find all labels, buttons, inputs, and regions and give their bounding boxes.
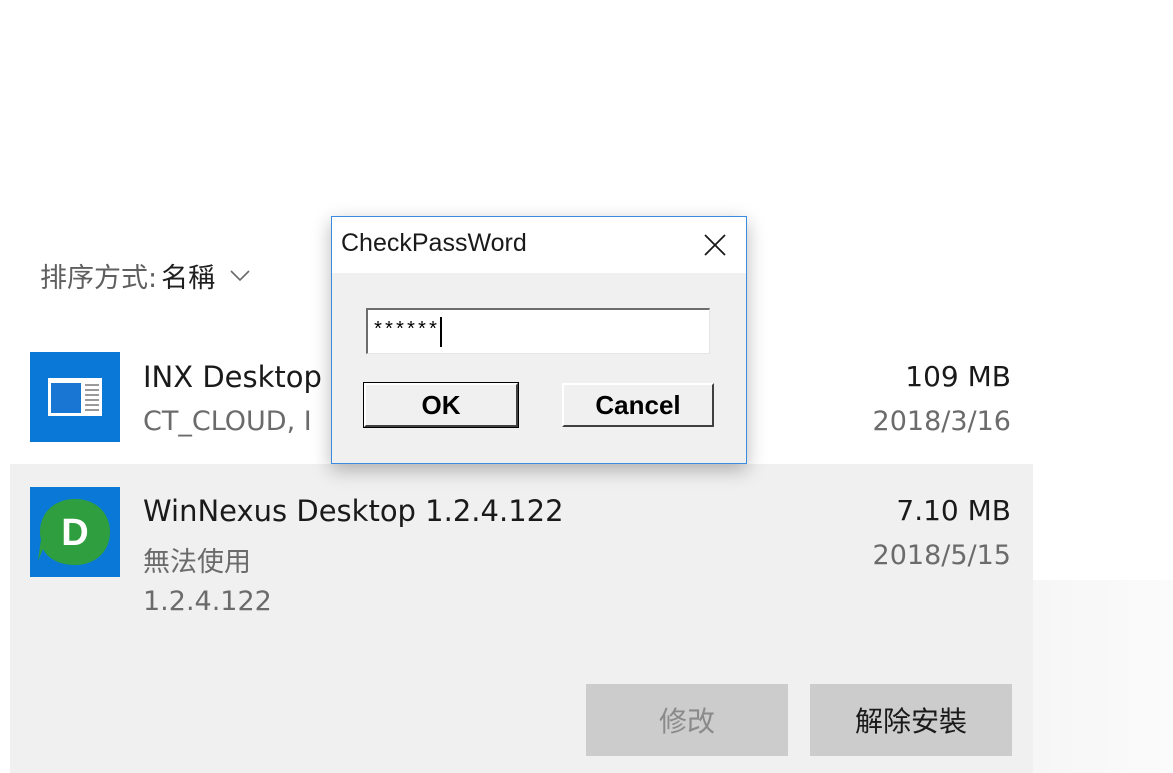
app-size: 109 MB: [905, 360, 1011, 393]
close-button[interactable]: [692, 223, 738, 267]
cancel-button[interactable]: Cancel: [562, 383, 714, 427]
apps-settings-page: 排序方式: 名稱 INX Desktop CT_CLOUD, I 109 MB …: [0, 0, 1173, 773]
app-install-date: 2018/5/15: [872, 540, 1011, 571]
app-window-icon: [30, 352, 120, 442]
app-version: 1.2.4.122: [143, 586, 272, 617]
sort-value: 名稱: [161, 262, 216, 294]
winnexus-icon-letter: D: [61, 512, 88, 554]
uninstall-button[interactable]: 解除安裝: [810, 684, 1012, 756]
ok-button[interactable]: OK: [363, 382, 519, 428]
app-name: INX Desktop: [143, 360, 322, 394]
winnexus-d-icon: D: [30, 487, 120, 577]
app-list-item-winnexus-desktop[interactable]: D WinNexus Desktop 1.2.4.122 無法使用 1.2.4.…: [10, 464, 1033, 773]
chevron-down-icon[interactable]: [229, 264, 251, 286]
dialog-title: CheckPassWord: [341, 229, 527, 257]
modify-button[interactable]: 修改: [586, 684, 788, 756]
app-publisher: CT_CLOUD, I: [143, 406, 312, 437]
sort-label: 排序方式:: [40, 262, 158, 294]
text-caret: [440, 316, 443, 347]
background-tint: [1033, 580, 1173, 773]
sort-bar[interactable]: 排序方式: 名稱: [40, 255, 251, 295]
app-name: WinNexus Desktop 1.2.4.122: [143, 494, 564, 528]
dialog-titlebar[interactable]: CheckPassWord: [332, 217, 746, 273]
app-install-date: 2018/3/16: [872, 406, 1011, 437]
close-icon: [704, 234, 726, 256]
app-status: 無法使用: [143, 547, 251, 578]
app-size: 7.10 MB: [896, 494, 1011, 527]
check-password-dialog: CheckPassWord ****** OK Cancel: [331, 216, 747, 464]
password-value: ******: [372, 320, 439, 343]
password-input[interactable]: ******: [366, 308, 710, 354]
